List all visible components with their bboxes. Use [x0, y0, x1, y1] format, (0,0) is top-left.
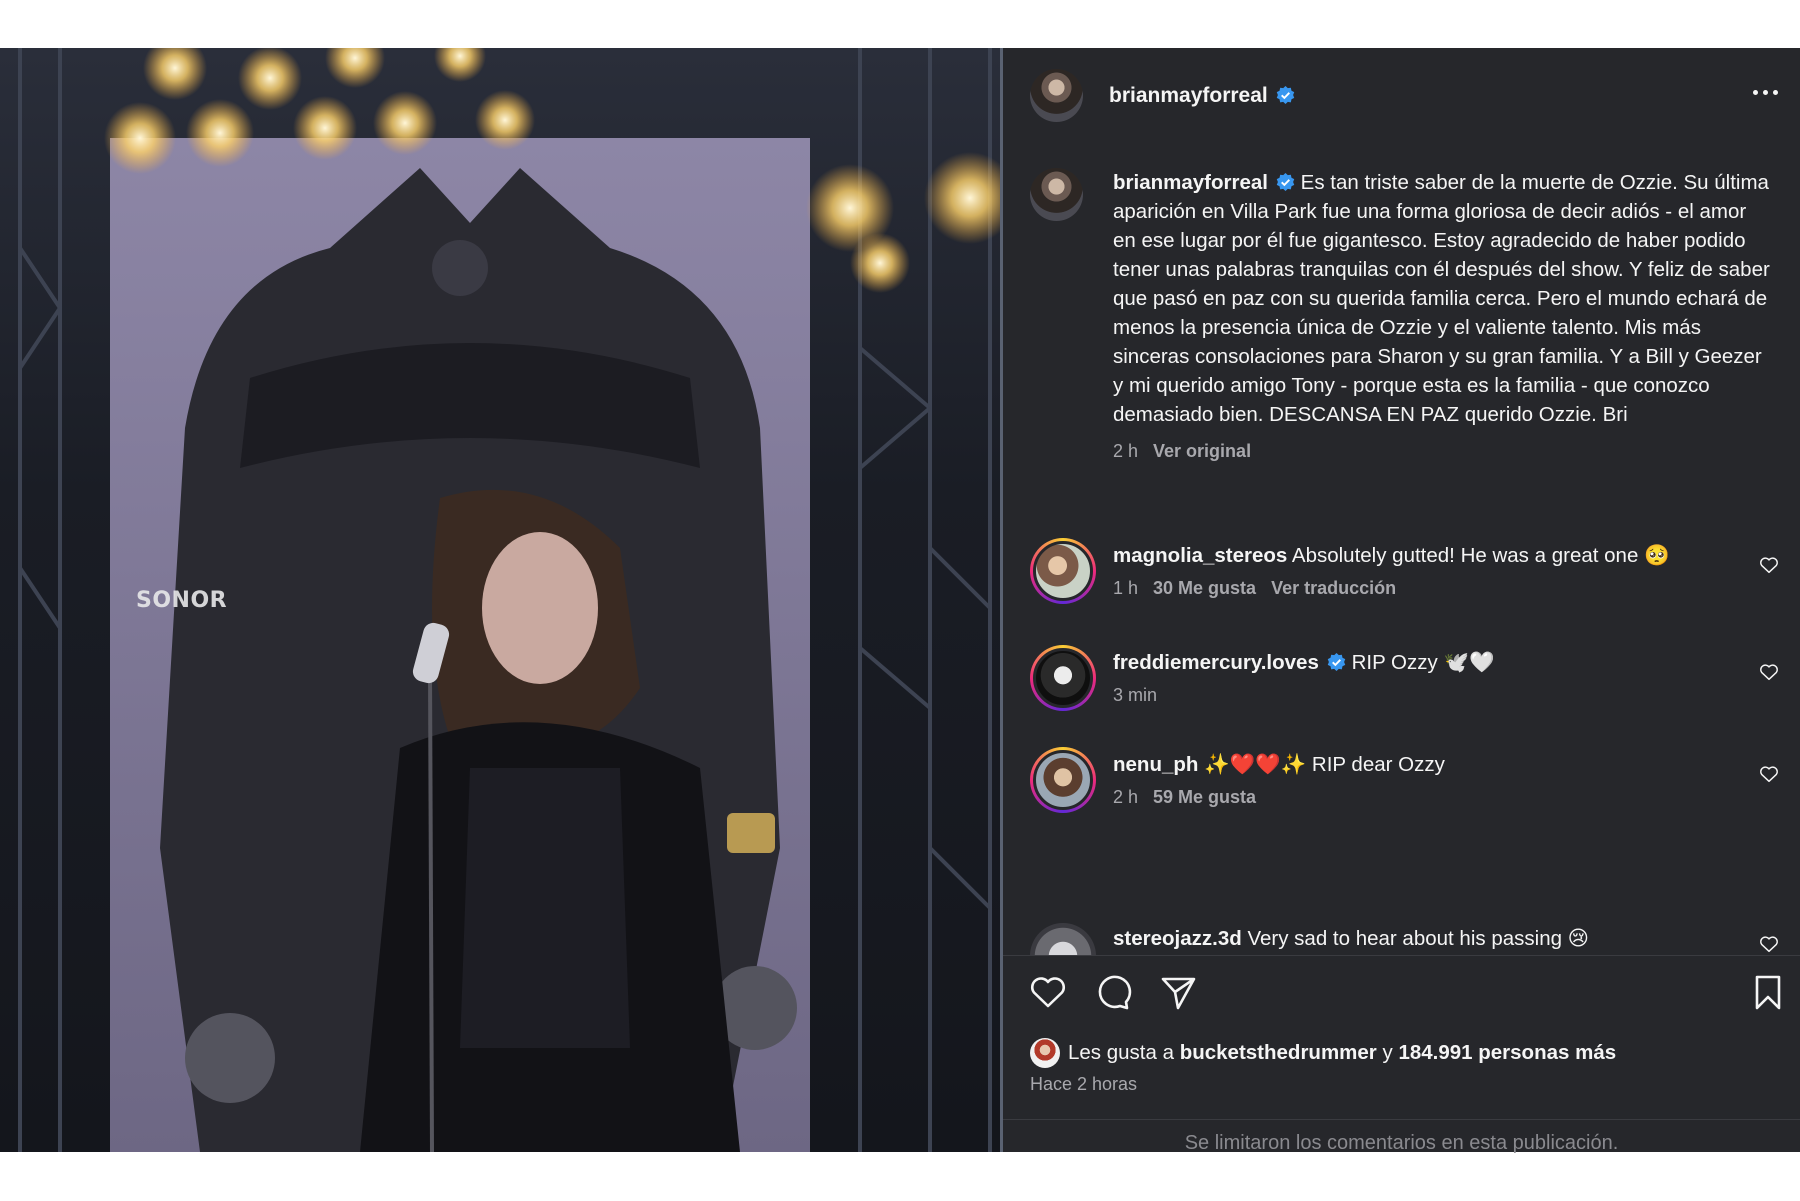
comments-limited-notice: Se limitaron los comentarios en esta pub…	[1003, 1119, 1800, 1154]
action-bar	[1003, 955, 1800, 1019]
author-avatar[interactable]	[1030, 69, 1083, 122]
likes-summary: Les gusta a bucketsthedrummer y 184.991 …	[1030, 1038, 1616, 1068]
comment-time: 3 min	[1113, 685, 1158, 705]
comments-list[interactable]: brianmayforreal Es tan triste saber de l…	[1003, 143, 1800, 955]
comment-icon[interactable]	[1093, 972, 1133, 1012]
author-username[interactable]: brianmayforreal	[1109, 84, 1295, 108]
comment-time: 2 h	[1113, 787, 1139, 807]
heart-icon[interactable]	[1758, 763, 1780, 785]
comment-text: Absolutely gutted! He was a great one 🥺	[1291, 544, 1670, 567]
comment-username[interactable]: magnolia_stereos	[1113, 544, 1287, 567]
caption-text: Es tan triste saber de la muerte de Ozzi…	[1113, 171, 1770, 426]
liker-avatar[interactable]	[1030, 1038, 1060, 1068]
likes-prefix: Les gusta a	[1068, 1041, 1174, 1064]
post-time: Hace 2 horas	[1030, 1074, 1138, 1094]
more-options-icon[interactable]	[1753, 90, 1778, 95]
share-icon[interactable]	[1158, 972, 1198, 1012]
likes-user-link[interactable]: bucketsthedrummer	[1180, 1041, 1377, 1065]
screen-brand-text: SONOR	[136, 588, 228, 613]
likes-others-link[interactable]: 184.991 personas más	[1398, 1041, 1616, 1065]
heart-icon[interactable]	[1758, 661, 1780, 683]
commenter-avatar[interactable]	[1030, 747, 1096, 813]
comment-username[interactable]: stereojazz.3d	[1113, 927, 1242, 950]
comment-meta: 1 h 30 Me gusta Ver traducción	[1113, 578, 1396, 599]
comment-likes[interactable]: 30 Me gusta	[1153, 578, 1256, 598]
instagram-post: SONOR brianmayforreal brianmayforreal Es…	[0, 48, 1800, 1154]
commenter-avatar[interactable]	[1030, 645, 1096, 711]
comment-time: 1 h	[1113, 578, 1139, 598]
comment-text: RIP Ozzy 🕊️🤍	[1351, 651, 1495, 674]
post-side-panel: brianmayforreal brianmayforreal Es tan t…	[1000, 48, 1800, 1154]
see-original-link[interactable]: Ver original	[1153, 441, 1251, 461]
commenter-avatar[interactable]	[1030, 923, 1096, 955]
comment-item: nenu_ph ✨❤️❤️✨ RIP dear Ozzy 2 h 59 Me gu…	[1030, 747, 1780, 827]
comment-meta: 2 h 59 Me gusta	[1113, 787, 1256, 808]
caption-avatar[interactable]	[1030, 168, 1083, 221]
caption-time: 2 h	[1113, 441, 1139, 461]
commenter-avatar[interactable]	[1030, 538, 1096, 604]
heart-icon[interactable]	[1758, 554, 1780, 576]
post-photo[interactable]: SONOR	[0, 48, 1000, 1152]
heart-icon[interactable]	[1028, 972, 1068, 1012]
bookmark-icon[interactable]	[1748, 972, 1788, 1012]
comment-item: stereojazz.3d Very sad to hear about his…	[1030, 923, 1780, 955]
verified-badge-icon	[1276, 85, 1294, 104]
comment-meta: 3 min	[1113, 685, 1157, 706]
comment-item: magnolia_stereos Absolutely gutted! He w…	[1030, 538, 1780, 618]
comment-username[interactable]: nenu_ph	[1113, 753, 1198, 776]
comment-text: ✨❤️❤️✨ RIP dear Ozzy	[1204, 753, 1445, 776]
verified-badge-icon	[1276, 173, 1295, 192]
comment-likes[interactable]: 59 Me gusta	[1153, 787, 1256, 807]
comment-username[interactable]: freddiemercury.loves	[1113, 651, 1319, 674]
comment-text: Very sad to hear about his passing 😢	[1247, 927, 1590, 950]
caption-username[interactable]: brianmayforreal	[1113, 171, 1268, 194]
see-translation-link[interactable]: Ver traducción	[1271, 578, 1396, 598]
likes-connector: y	[1382, 1041, 1393, 1064]
caption-meta: 2 h Ver original	[1113, 437, 1773, 466]
heart-icon[interactable]	[1758, 933, 1780, 955]
post-header: brianmayforreal	[1003, 48, 1800, 143]
verified-badge-icon	[1327, 653, 1346, 672]
comment-item: freddiemercury.loves RIP Ozzy 🕊️🤍 3 min	[1030, 645, 1780, 725]
